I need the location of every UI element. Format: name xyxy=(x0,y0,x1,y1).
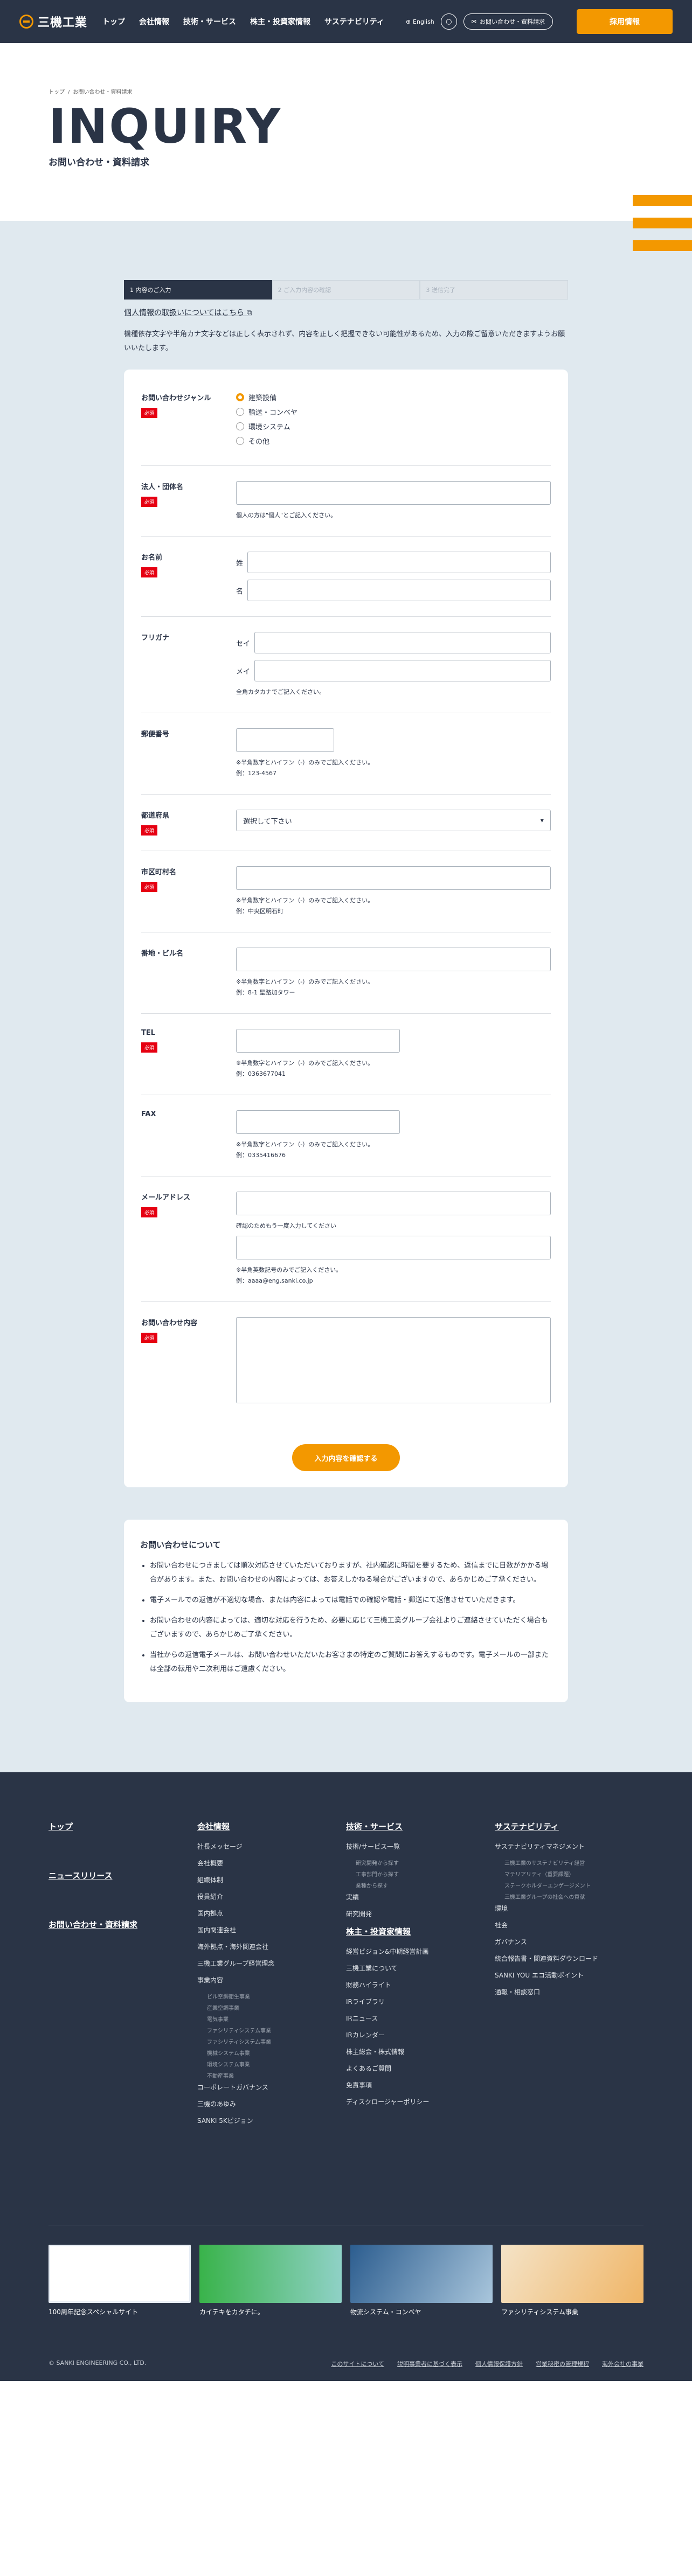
tel-input[interactable] xyxy=(236,1029,400,1053)
address-row: 番地・ビル名 ※半角数字とハイフン（-）のみでご記入ください。 例：8-1 聖路加… xyxy=(141,932,551,1014)
kana-row: フリガナ セイ メイ 全角カタカナでご記入ください。 xyxy=(141,617,551,713)
banner-image xyxy=(501,2245,643,2303)
global-nav: トップ 会社情報 技術・サービス 株主・投資家情報 サステナビリティ xyxy=(102,16,384,27)
fax-row: FAX ※半角数字とハイフン（-）のみでご記入ください。 例：0335416676 xyxy=(141,1095,551,1176)
corp-row: 法人・団体名 必須 個人の方は"個人"とご記入ください。 xyxy=(141,466,551,537)
footer-col-tech: 技術・サービス 技術/サービス一覧 研究開発から探す 工事部門から探す 業種から探す… xyxy=(346,1822,430,2106)
genre-radio-other[interactable]: その他 xyxy=(236,436,551,446)
form-intro: 機種依存文字や半角カナ文字などは正しく表示されず、内容を正しく把握できない可能性… xyxy=(124,330,565,352)
side-tabs xyxy=(633,195,692,263)
footer-news-link[interactable]: ニュースリリース xyxy=(49,1870,197,1881)
inquiry-form: お問い合わせジャンル 必須 建築設備 輸送・コンベヤ 環境システム その他 法人・… xyxy=(124,370,568,1487)
form-section: 1 内容のご入力 2 ご入力内容の確認 3 送信完了 個人情報の取扱いについては… xyxy=(0,221,692,1772)
step-complete: 3 送信完了 xyxy=(420,280,569,300)
site-header: 三機工業 トップ 会社情報 技術・サービス 株主・投資家情報 サステナビリティ … xyxy=(0,0,692,43)
list-item: 電子メールでの返信が不適切な場合、または内容によっては電話での確認や電話・郵送に… xyxy=(150,1593,552,1607)
email-input[interactable] xyxy=(236,1192,551,1215)
footer-bottom: © SANKI ENGINEERING CO., LTD. このサイトについて説… xyxy=(49,2359,643,2368)
corp-input[interactable] xyxy=(236,481,551,505)
nav-company[interactable]: 会社情報 xyxy=(139,16,169,27)
banner-100th[interactable]: 100周年記念スペシャルサイト xyxy=(49,2245,191,2316)
confirm-button[interactable]: 入力内容を確認する xyxy=(292,1444,400,1471)
city-input[interactable] xyxy=(236,866,551,890)
privacy-link[interactable]: 個人情報の取扱いについてはこちら ⧉ xyxy=(124,307,568,318)
logo-mark-icon xyxy=(19,15,33,29)
genre-radio-building[interactable]: 建築設備 xyxy=(236,392,551,402)
mail-icon: ✉ xyxy=(471,18,476,25)
step-confirm: 2 ご入力内容の確認 xyxy=(272,280,420,300)
kana-first-input[interactable] xyxy=(254,660,551,681)
fax-input[interactable] xyxy=(236,1110,400,1134)
footer-col-sustainability: サステナビリティ サステナビリティマネジメント 三機工業のサステナビリティ経営マ… xyxy=(495,1822,599,1996)
list-item: お問い合わせにつきましては順次対応させていただいておりますが、社内確認に時間を要… xyxy=(150,1559,552,1587)
zip-input[interactable] xyxy=(236,728,334,752)
site-footer: トップ ニュースリリース お問い合わせ・資料請求 会社情報 社長メッセージ 会社概… xyxy=(0,1772,692,2381)
page-title: INQUIRY xyxy=(49,99,282,154)
banner-logistics[interactable]: 物流システム・コンベヤ xyxy=(350,2245,493,2316)
nav-sustainability[interactable]: サステナビリティ xyxy=(324,16,384,27)
banner-image xyxy=(199,2245,342,2303)
nav-technology[interactable]: 技術・サービス xyxy=(183,16,236,27)
banner-image xyxy=(49,2245,191,2303)
banner-kaiteki[interactable]: カイテキをカタチに。 xyxy=(199,2245,342,2316)
nav-ir[interactable]: 株主・投資家情報 xyxy=(250,16,310,27)
form-steps: 1 内容のご入力 2 ご入力内容の確認 3 送信完了 xyxy=(124,280,569,300)
name-row: お名前 必須 姓名 xyxy=(141,537,551,617)
breadcrumb: トップ / お問い合わせ・資料請求 xyxy=(49,89,133,95)
breadcrumb-current: お問い合わせ・資料請求 xyxy=(73,89,133,95)
list-item: お問い合わせの内容によっては、適切な対応を行うため、必要に応じて三機工業グループ… xyxy=(150,1614,552,1642)
company-logo[interactable]: 三機工業 xyxy=(19,13,87,30)
inquiry-notes: お問い合わせについて お問い合わせにつきましては順次対応させていただいております… xyxy=(124,1520,568,1702)
content-textarea[interactable] xyxy=(236,1317,551,1403)
copyright: © SANKI ENGINEERING CO., LTD. xyxy=(49,2359,147,2366)
zip-row: 郵便番号 ※半角数字とハイフン（-）のみでご記入ください。 例：123-4567 xyxy=(141,713,551,795)
kana-last-input[interactable] xyxy=(254,632,551,653)
side-tab[interactable] xyxy=(633,195,692,206)
footer-col-main: トップ ニュースリリース お問い合わせ・資料請求 xyxy=(49,1821,197,2225)
email-row: メールアドレス 必須 確認のためもう一度入力してください ※半角英数記号のみでご記入… xyxy=(141,1176,551,1302)
page-hero: トップ / お問い合わせ・資料請求 INQUIRY お問い合わせ・資料請求 xyxy=(0,43,692,251)
tel-row: TEL 必須 ※半角数字とハイフン（-）のみでご記入ください。 例：03636770… xyxy=(141,1014,551,1095)
genre-radio-environment[interactable]: 環境システム xyxy=(236,421,551,431)
breadcrumb-top[interactable]: トップ xyxy=(49,89,65,95)
inquiry-button[interactable]: ✉ お問い合わせ・資料請求 xyxy=(463,13,553,30)
banner-image xyxy=(350,2245,493,2303)
pref-row: 都道府県 必須 選択して下さい ▾ xyxy=(141,795,551,851)
globe-icon: ⊕ xyxy=(405,18,411,25)
side-tab[interactable] xyxy=(633,218,692,228)
footer-inquiry-link[interactable]: お問い合わせ・資料請求 xyxy=(49,1919,197,1930)
prefecture-select[interactable]: 選択して下さい ▾ xyxy=(236,810,551,831)
email-confirm-input[interactable] xyxy=(236,1236,551,1259)
genre-row: お問い合わせジャンル 必須 建築設備 輸送・コンベヤ 環境システム その他 xyxy=(141,386,551,466)
chevron-down-icon: ▾ xyxy=(540,816,544,825)
city-row: 市区町村名 必須 ※半角数字とハイフン（-）のみでご記入ください。 例：中央区明石町 xyxy=(141,851,551,932)
content-row: お問い合わせ内容 必須 xyxy=(141,1302,551,1418)
footer-top-link[interactable]: トップ xyxy=(49,1821,197,1832)
first-name-input[interactable] xyxy=(247,580,551,601)
required-badge: 必須 xyxy=(141,408,158,418)
nav-top[interactable]: トップ xyxy=(102,16,125,27)
last-name-input[interactable] xyxy=(247,552,551,573)
genre-radio-conveyor[interactable]: 輸送・コンベヤ xyxy=(236,407,551,417)
page-subtitle: お問い合わせ・資料請求 xyxy=(49,157,149,168)
side-tab[interactable] xyxy=(633,240,692,251)
external-link-icon: ⧉ xyxy=(246,309,252,317)
step-input: 1 内容のご入力 xyxy=(124,280,272,300)
recruit-button[interactable]: 採用情報 xyxy=(577,9,673,34)
language-link[interactable]: ⊕ English xyxy=(406,18,434,25)
footer-banners: 100周年記念スペシャルサイト カイテキをカタチに。 物流システム・コンベヤ フ… xyxy=(49,2225,643,2316)
address-input[interactable] xyxy=(236,948,551,971)
search-icon: ○ xyxy=(446,17,452,26)
footer-col-company: 会社情報 社長メッセージ 会社概要 組織体制 役員紹介 国内拠点 国内関連会社 海外拠点・海… xyxy=(197,1822,275,2125)
list-item: 当社からの返信電子メールは、お問い合わせいただいたお客さまの特定のご質問にお答え… xyxy=(150,1648,552,1676)
search-button[interactable]: ○ xyxy=(440,13,457,30)
banner-facility[interactable]: ファシリティシステム事業 xyxy=(501,2245,643,2316)
